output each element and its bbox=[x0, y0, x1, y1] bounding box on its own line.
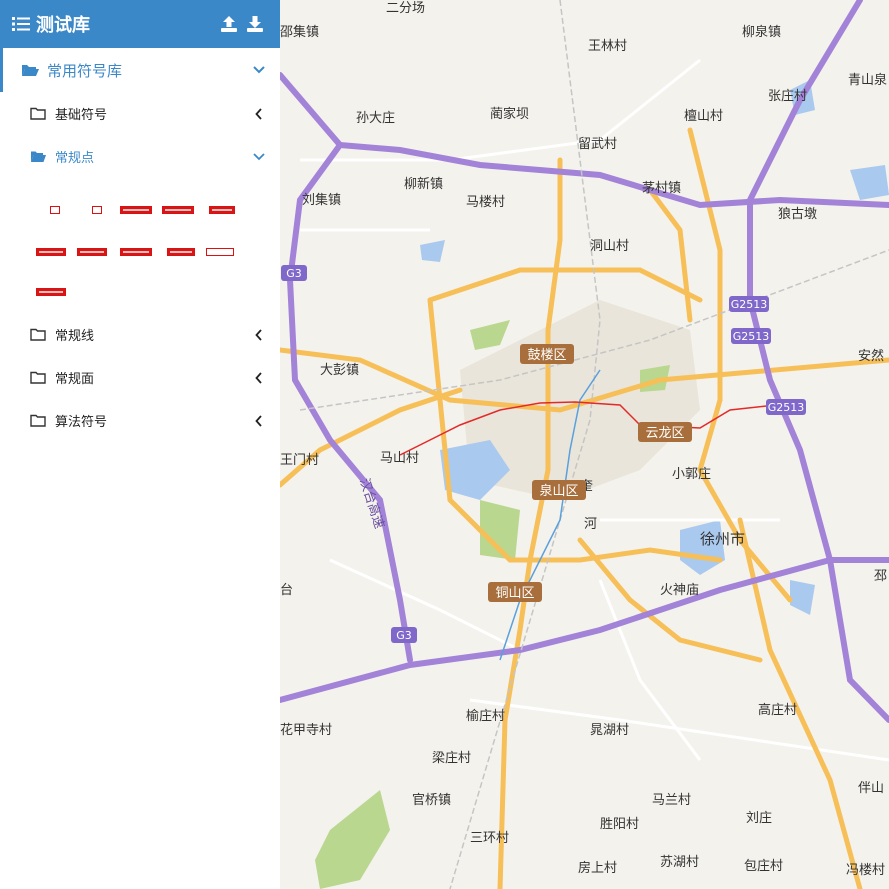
highway-label: G3 bbox=[396, 629, 412, 642]
symbol-grid bbox=[0, 178, 280, 313]
place-label: 大彭镇 bbox=[320, 363, 359, 378]
place-label: 孙大庄 bbox=[356, 110, 395, 126]
folder-icon bbox=[30, 414, 46, 427]
place-label: 苏湖村 bbox=[660, 854, 699, 870]
place-label: 留武村 bbox=[578, 137, 617, 152]
place-label: 张庄村 bbox=[768, 88, 807, 104]
place-label: 蔺家坝 bbox=[490, 106, 529, 122]
district-label: 泉山区 bbox=[539, 483, 578, 499]
place-label: 高庄村 bbox=[758, 702, 797, 718]
place-label: 官桥镇 bbox=[412, 792, 451, 808]
category-label: 基础符号 bbox=[55, 108, 108, 123]
group-label: 常用符号库 bbox=[47, 61, 123, 80]
district-label: 铜山区 bbox=[495, 586, 534, 601]
place-label: 王门村 bbox=[280, 453, 319, 468]
highway-label: G2513 bbox=[731, 298, 768, 311]
place-label: 安然 bbox=[858, 348, 884, 364]
place-label: 邵集镇 bbox=[280, 24, 319, 40]
place-label: 梁庄村 bbox=[432, 750, 471, 766]
chevron-down-icon bbox=[248, 146, 270, 168]
symbol-thumbnail-10[interactable] bbox=[206, 248, 234, 256]
map-view[interactable]: 二分场王林村柳泉镇青山泉邵集镇张庄村孙大庄 蔺家坝 檀山村留武村柳新镇 茅村镇刘集镇马… bbox=[280, 0, 889, 889]
place-label: 王林村 bbox=[588, 39, 627, 54]
highway-label: G3 bbox=[286, 267, 302, 280]
place-label: 河 bbox=[584, 517, 597, 532]
category-common-points[interactable]: 常规点 bbox=[0, 135, 280, 178]
category-common-lines[interactable]: 常规线 bbox=[0, 313, 280, 356]
place-label: 台 bbox=[280, 583, 293, 598]
group-common-symbols[interactable]: 常用符号库 bbox=[0, 48, 280, 92]
folder-icon bbox=[30, 371, 46, 384]
place-label: 马山村 bbox=[380, 451, 419, 466]
place-label: 包庄村 bbox=[744, 858, 783, 874]
symbol-thumbnail-5[interactable] bbox=[209, 206, 235, 214]
folder-open-icon bbox=[30, 150, 46, 163]
place-label: 马楼村 bbox=[466, 195, 505, 210]
category-label: 常规线 bbox=[55, 329, 95, 344]
place-label: 檀山村 bbox=[684, 108, 723, 124]
folder-icon bbox=[30, 107, 46, 120]
category-algorithm-symbols[interactable]: 算法符号 bbox=[0, 399, 280, 442]
symbol-thumbnail-4[interactable] bbox=[162, 206, 194, 214]
symbol-thumbnail-11[interactable] bbox=[36, 288, 66, 296]
place-label: 二分场 bbox=[386, 1, 425, 16]
highway-label: G2513 bbox=[733, 330, 770, 343]
place-label: 胜阳村 bbox=[600, 817, 639, 832]
place-label: 马兰村 bbox=[652, 793, 691, 808]
place-label: 晁湖村 bbox=[590, 723, 629, 738]
panel-header: 测试库 bbox=[0, 0, 280, 48]
place-label: 冯楼村 bbox=[846, 863, 885, 878]
category-label: 常规面 bbox=[55, 372, 95, 387]
place-label: 刘集镇 bbox=[302, 192, 341, 208]
chevron-left-icon bbox=[248, 410, 270, 432]
place-label: 茅村镇 bbox=[642, 181, 681, 196]
place-label: 狼古墩 bbox=[778, 207, 817, 222]
symbol-thumbnail-9[interactable] bbox=[167, 248, 195, 256]
list-icon bbox=[12, 16, 30, 32]
place-label: 火神庙 bbox=[660, 583, 699, 598]
place-label: 房上村 bbox=[578, 860, 617, 876]
symbol-thumbnail-3[interactable] bbox=[120, 206, 152, 214]
folder-icon bbox=[30, 328, 46, 341]
symbol-library-panel: 测试库 常用符号库 基础符号 常规点 常规线 常规面 算法符号 bbox=[0, 0, 280, 889]
place-label: 小郭庄 bbox=[672, 466, 711, 482]
place-label: 三环村 bbox=[470, 831, 509, 846]
panel-title: 测试库 bbox=[36, 15, 90, 36]
upload-icon[interactable] bbox=[216, 11, 242, 37]
chevron-left-icon bbox=[248, 324, 270, 346]
place-label: 柳新镇 bbox=[404, 176, 443, 192]
place-label: 青山泉 bbox=[848, 72, 887, 88]
symbol-thumbnail-8[interactable] bbox=[120, 248, 152, 256]
category-basic-symbols[interactable]: 基础符号 bbox=[0, 92, 280, 135]
place-label: 榆庄村 bbox=[466, 708, 505, 724]
place-label: 邳 bbox=[874, 569, 887, 584]
download-icon[interactable] bbox=[242, 11, 268, 37]
highway-label: G2513 bbox=[768, 401, 805, 414]
symbol-thumbnail-1[interactable] bbox=[50, 206, 60, 214]
place-label: 徐州市 bbox=[700, 530, 745, 548]
place-label: 花甲寺村 bbox=[280, 722, 332, 738]
place-label: 刘庄 bbox=[746, 810, 772, 826]
symbol-thumbnail-6[interactable] bbox=[36, 248, 66, 256]
symbol-thumbnail-7[interactable] bbox=[77, 248, 107, 256]
chevron-left-icon bbox=[248, 367, 270, 389]
category-label: 算法符号 bbox=[55, 415, 108, 430]
district-label: 鼓楼区 bbox=[527, 348, 566, 363]
place-label: 洞山村 bbox=[590, 239, 629, 254]
category-label: 常规点 bbox=[55, 151, 95, 166]
place-label: 伴山 bbox=[858, 781, 884, 796]
district-label: 云龙区 bbox=[645, 426, 684, 441]
folder-open-icon bbox=[21, 63, 39, 77]
chevron-down-icon bbox=[248, 59, 270, 81]
symbol-thumbnail-2[interactable] bbox=[92, 206, 102, 214]
place-label: 柳泉镇 bbox=[742, 24, 781, 40]
category-common-areas[interactable]: 常规面 bbox=[0, 356, 280, 399]
chevron-left-icon bbox=[248, 103, 270, 125]
